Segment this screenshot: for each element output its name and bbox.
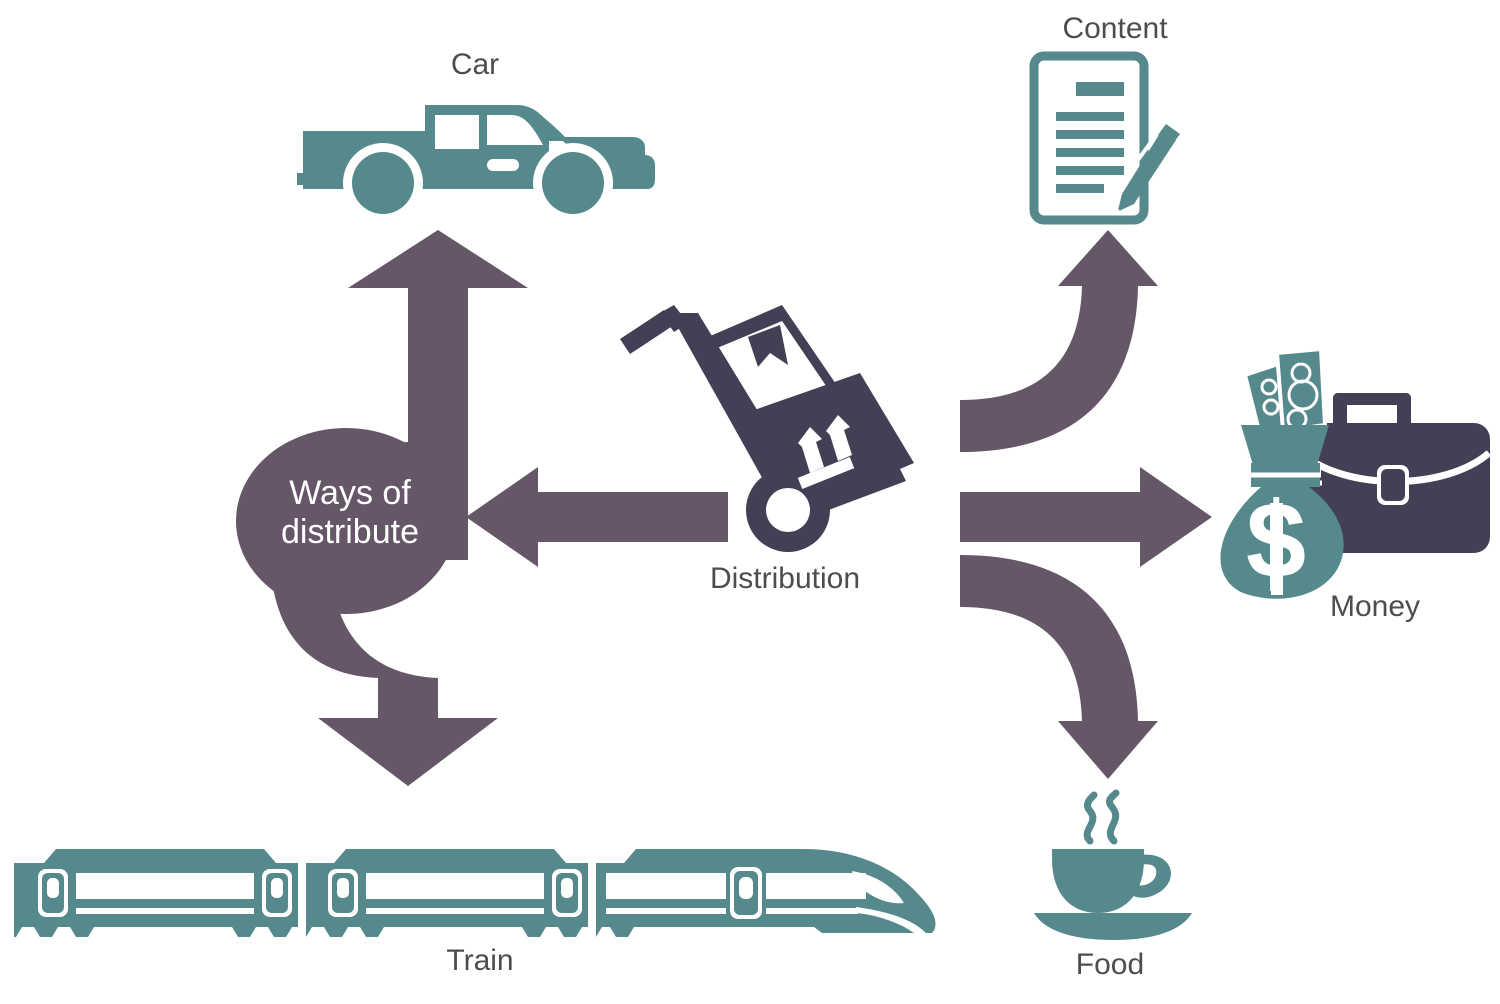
node-train-label: Train	[446, 944, 514, 977]
node-money-label: Money	[1329, 590, 1421, 623]
node-car[interactable]	[295, 85, 655, 225]
node-money[interactable]: $	[1205, 345, 1495, 600]
ways-of-distribute-hub[interactable]: Ways of distribute	[236, 428, 464, 614]
node-distribution-label: Distribution	[709, 562, 861, 595]
node-car-label: Car	[450, 48, 500, 81]
arrow-distribution-to-food	[960, 555, 1200, 785]
hub-label: Ways of distribute	[281, 474, 419, 552]
node-food-label: Food	[1075, 948, 1145, 981]
diagram-canvas: Ways of distribute Car Train Distributio…	[0, 0, 1500, 1004]
arrow-distribution-to-content	[960, 230, 1200, 460]
node-food[interactable]	[1028, 789, 1198, 940]
node-train[interactable]	[14, 845, 939, 955]
node-distribution[interactable]	[612, 295, 922, 555]
node-content[interactable]	[1029, 51, 1190, 227]
node-content-label: Content	[1062, 12, 1168, 45]
svg-text:$: $	[1246, 479, 1306, 600]
